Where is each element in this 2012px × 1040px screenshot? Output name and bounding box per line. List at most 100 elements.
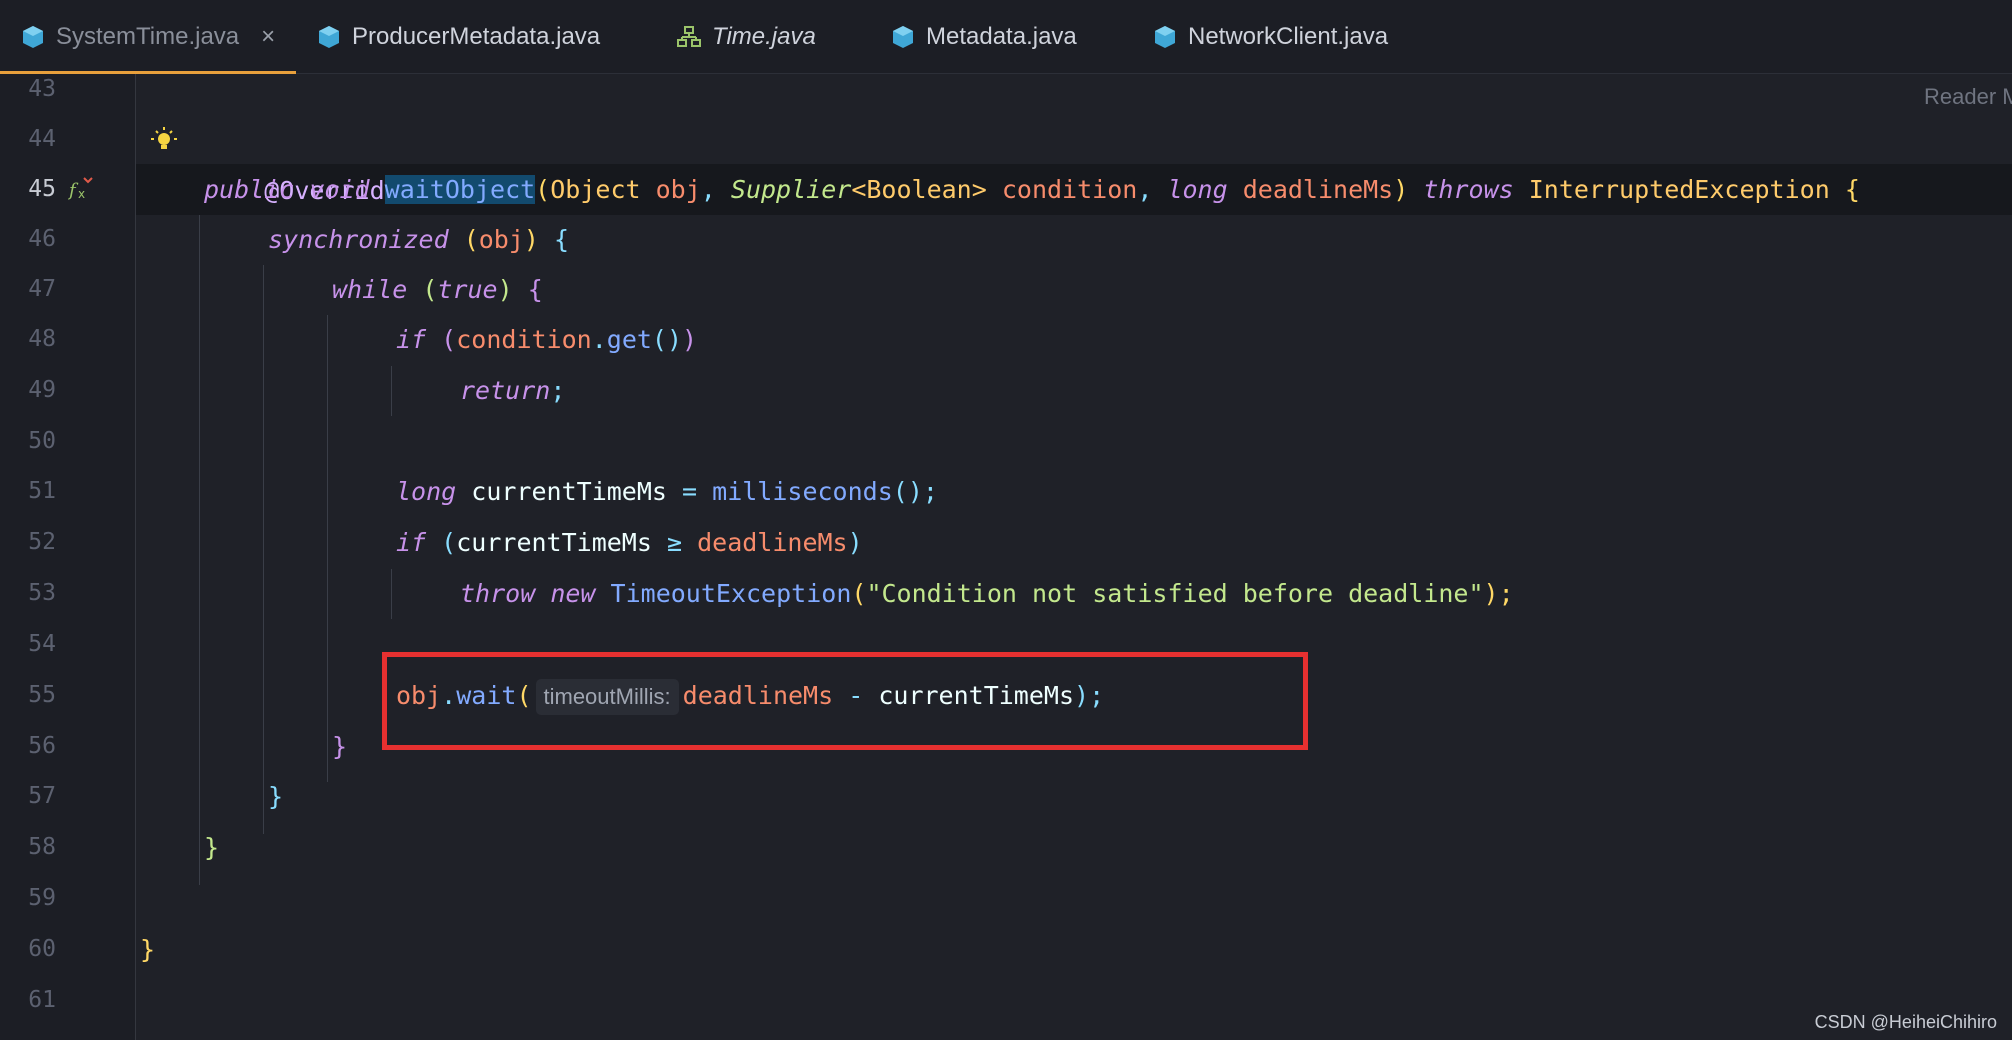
tab-systemtime[interactable]: SystemTime.java × [0,0,296,75]
string-literal: "Condition not satisfied before deadline… [866,579,1484,608]
line-number-gutter[interactable]: 43 44 45 46 47 48 49 50 51 52 53 54 55 5… [0,74,136,1040]
line-number: 61 [28,987,56,1013]
code-line-57[interactable]: } [268,771,283,822]
reader-mode-toggle[interactable]: Reader Mode [1924,84,2012,110]
punctuation: ( [441,528,457,557]
line-number: 54 [28,631,56,657]
punctuation: ( [851,579,867,608]
parameter: condition [1001,175,1138,204]
punctuation: ); [1483,579,1514,608]
java-class-icon [20,24,46,50]
code-line-60[interactable]: } [140,924,155,975]
operator: = [682,477,698,506]
parameter: deadlineMs [1242,175,1394,204]
punctuation: ( [441,325,457,354]
parameter: condition [456,325,592,354]
punctuation: . [591,325,607,354]
punctuation: ; [550,376,566,405]
punctuation: , [1137,175,1153,204]
keyword: if [396,325,427,354]
line-number: 57 [28,783,56,809]
tab-label: NetworkClient.java [1188,23,1389,50]
method-call: milliseconds [712,477,893,506]
variable: currentTimeMs [456,528,652,557]
type: Object [550,175,641,204]
watermark-text: CSDN @HeiheiChihiro [1814,1012,1997,1032]
keyword: if [396,528,427,557]
indent-guide [391,366,392,416]
closing-brace: } [332,732,348,761]
type: <Boolean> [851,175,987,204]
line-number: 58 [28,834,56,860]
java-class-icon [316,24,342,50]
line-number: 50 [28,428,56,454]
keyword: throw [460,579,536,608]
class-name: TimeoutException [610,579,852,608]
operator: ≥ [666,528,683,557]
java-class-icon [1152,24,1178,50]
line-number: 59 [28,885,56,911]
method-name[interactable]: waitObject [384,175,536,204]
code-line-52[interactable]: if (currentTimeMs ≥ deadlineMs) [396,517,863,568]
variable: currentTimeMs [471,477,667,506]
line-number: 47 [28,276,56,302]
keyword: throws [1423,175,1514,204]
code-line-48[interactable]: if (condition.get()) [396,314,697,365]
code-line-44[interactable]: @Override [204,114,399,205]
punctuation: ( [463,225,479,254]
method-call: get [606,325,652,354]
tab-label: Metadata.java [926,23,1077,50]
punctuation: ( [422,275,438,304]
code-line-45[interactable]: public void waitObject(Object obj, Suppl… [204,164,1860,215]
tab-metadata[interactable]: Metadata.java [890,0,1077,74]
parameter: obj [478,225,524,254]
parameter: obj [655,175,701,204]
parameter: deadlineMs [697,528,848,557]
tab-producermetadata[interactable]: ProducerMetadata.java [316,0,600,74]
indent-guide [263,265,264,834]
line-number: 52 [28,529,56,555]
line-number: 53 [28,580,56,606]
keyword: public [204,175,295,204]
punctuation: (); [892,477,938,506]
keyword: new [550,579,596,608]
tab-label: SystemTime.java [56,23,240,50]
function-gutter-icon[interactable]: fx [67,176,94,207]
code-editor[interactable]: 43 44 45 46 47 48 49 50 51 52 53 54 55 5… [0,74,2012,1040]
keyword: long [396,477,457,506]
code-line-51[interactable]: long currentTimeMs = milliseconds(); [396,466,938,517]
closing-brace: } [268,782,284,811]
punctuation: { [1844,175,1860,204]
code-line-47[interactable]: while (true) { [332,264,543,315]
code-line-56[interactable]: } [332,721,347,772]
java-class-icon [890,24,916,50]
code-line-53[interactable]: throw new TimeoutException("Condition no… [460,568,1514,619]
code-line-46[interactable]: synchronized (obj) { [268,214,569,265]
keyword: long [1167,175,1228,204]
tab-time[interactable]: Time.java [676,0,816,74]
close-tab-icon[interactable]: × [261,23,275,51]
keyword: return [460,376,551,405]
indent-guide [391,569,392,619]
punctuation: { [527,275,543,304]
code-line-49[interactable]: return; [460,365,565,416]
punctuation: , [700,175,716,204]
punctuation: { [554,225,570,254]
keyword: true [437,275,498,304]
punctuation: ) [847,528,863,557]
punctuation: () [651,325,683,354]
lightbulb-icon[interactable] [150,126,178,159]
line-number: 48 [28,326,56,352]
code-line-58[interactable]: } [204,822,219,873]
editor-tab-bar: SystemTime.java × ProducerMetadata.java … [0,0,2012,75]
svg-text:x: x [78,187,85,201]
keyword: synchronized [268,225,449,254]
line-number: 56 [28,733,56,759]
keyword: while [332,275,408,304]
highlight-annotation-box [382,652,1308,750]
line-number: 44 [28,126,56,152]
punctuation: ) [523,225,539,254]
line-number: 60 [28,936,56,962]
punctuation: ) [497,275,513,304]
tab-networkclient[interactable]: NetworkClient.java [1152,0,1388,74]
